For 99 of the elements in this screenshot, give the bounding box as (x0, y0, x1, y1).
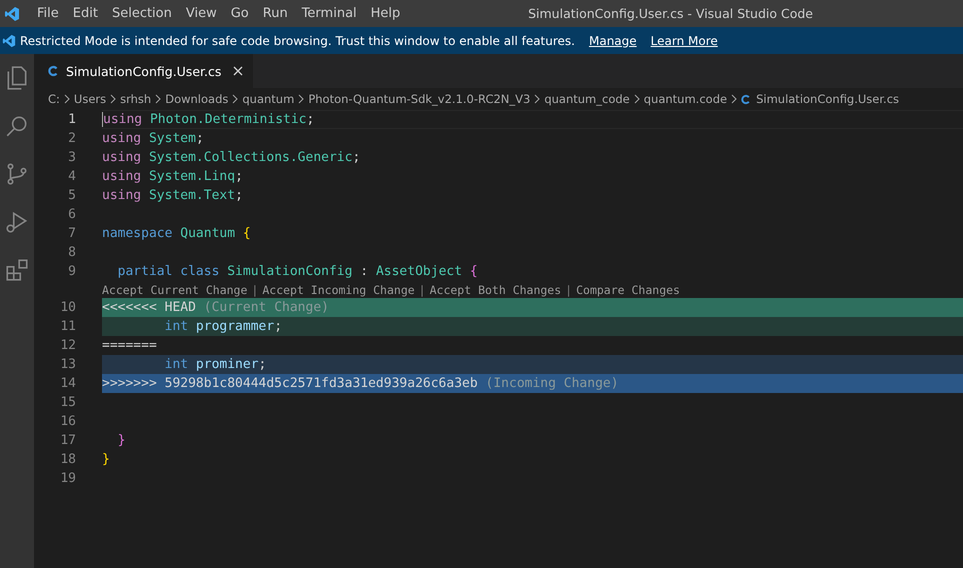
code-token: ; (235, 169, 243, 184)
breadcrumb-item[interactable]: Downloads (165, 92, 228, 106)
breadcrumb-item[interactable]: Photon-Quantum-Sdk_v2.1.0-RC2N_V3 (308, 92, 530, 106)
breadcrumb-item[interactable]: Users (74, 92, 106, 106)
line-number: 10 (59, 299, 76, 317)
code-token: } (116, 433, 126, 448)
line-number: 4 (67, 168, 76, 186)
line-number: 1 (67, 111, 76, 129)
line-number: 2 (67, 130, 76, 148)
line-number: 6 (67, 206, 76, 224)
banner-link[interactable]: Manage (588, 34, 637, 48)
chevron-icon (155, 94, 162, 104)
line-number: 14 (59, 375, 76, 393)
line-number: 12 (59, 337, 76, 355)
text-cursor (102, 112, 103, 127)
code-token: System (148, 131, 196, 146)
code-token: using (102, 131, 142, 146)
code-token: ; (352, 150, 360, 165)
window-title: SimulationConfig.User.cs - Visual Studio Code (528, 6, 813, 21)
breadcrumb-item[interactable]: quantum_code (544, 92, 630, 106)
code-token: int (164, 319, 188, 334)
editor-tab[interactable]: SimulationConfig.User.cs (34, 54, 254, 88)
code-token: >>>>>>> 59298b1c80444d5c2571fd3a31ed939a26c6a3eb (102, 376, 478, 391)
menu-item[interactable]: Selection (104, 6, 179, 21)
line-number: 13 (59, 356, 76, 374)
line-number: 18 (59, 451, 76, 469)
code-token: partial class (116, 264, 220, 279)
banner-link[interactable]: Learn More (650, 34, 718, 48)
close-icon[interactable] (233, 66, 244, 76)
line-number: 9 (67, 263, 76, 281)
code-token: ; (258, 357, 266, 372)
code-token: (Current Change) (202, 300, 329, 315)
code-token: { (242, 226, 251, 241)
menu-item[interactable]: View (178, 6, 224, 21)
code-token: namespace (102, 226, 172, 241)
code-token: SimulationConfig (226, 264, 352, 279)
code-token: ; (306, 112, 314, 127)
csharp-file-icon (741, 94, 752, 104)
codelens-action[interactable]: Accept Incoming Change (262, 282, 415, 296)
codelens-action[interactable]: Accept Both Changes (430, 282, 562, 296)
chevron-icon (298, 94, 304, 104)
code-token: Quantum (179, 226, 236, 241)
breadcrumb-item[interactable]: srhsh (120, 92, 152, 106)
code-token: } (102, 452, 110, 467)
chevron-icon (64, 94, 70, 104)
code-token: ; (274, 319, 282, 334)
app-logo-icon (4, 6, 20, 22)
codelens-action[interactable]: Compare Changes (576, 282, 680, 296)
code-token: using (103, 112, 142, 127)
codelens-action[interactable]: Accept Current Change (102, 282, 248, 296)
code-token: prominer (194, 357, 259, 372)
tab-label: SimulationConfig.User.cs (66, 64, 222, 78)
code-token: ; (235, 188, 243, 203)
line-number: 11 (59, 318, 76, 336)
line-number: 19 (59, 470, 76, 488)
separator: | (565, 282, 572, 296)
menu-item[interactable]: Terminal (294, 6, 364, 21)
breadcrumb-item[interactable]: SimulationConfig.User.cs (756, 92, 900, 106)
code-token: ; (196, 131, 204, 146)
separator: | (251, 282, 258, 296)
code-token: using (102, 169, 142, 184)
menu-item[interactable]: Help (364, 6, 408, 21)
menu-item[interactable]: Run (256, 6, 295, 21)
line-number: 15 (59, 394, 76, 412)
separator: | (418, 282, 426, 296)
code-token: (Incoming Change) (484, 376, 619, 391)
breadcrumb-item[interactable]: quantum.code (644, 92, 728, 106)
app-logo-icon (2, 34, 16, 48)
code-token: int (164, 357, 188, 372)
banner-message: Restricted Mode is intended for safe code browsing. Trust this window to enable all features. (20, 34, 575, 48)
code-token: Photon.Deterministic (148, 112, 307, 127)
code-token: programmer (194, 319, 274, 334)
code-token: using (102, 150, 142, 165)
code-token: using (102, 188, 142, 203)
code-token: System.Text (148, 188, 236, 203)
line-number: 7 (67, 225, 76, 243)
line-number: 17 (59, 432, 76, 450)
breadcrumb-item[interactable]: C: (48, 92, 60, 106)
line-number: 16 (59, 413, 76, 431)
code-token: <<<<<<< HEAD (102, 300, 196, 315)
code-token: AssetObject (374, 264, 462, 279)
line-number: 8 (67, 244, 76, 262)
code-token: { (468, 264, 478, 279)
chevron-icon (110, 94, 116, 104)
chevron-icon (534, 94, 540, 104)
menu-item[interactable]: Go (224, 6, 256, 21)
code-token: ======= (102, 338, 157, 353)
breadcrumb-item[interactable]: quantum (242, 92, 294, 106)
code-token: : (359, 264, 368, 279)
menu-item[interactable]: Edit (66, 6, 105, 21)
chevron-icon (634, 94, 640, 104)
menu-item[interactable]: File (30, 6, 66, 21)
line-number: 5 (67, 187, 76, 205)
line-number: 3 (67, 149, 76, 167)
code-token: System.Collections.Generic (148, 150, 352, 165)
chevron-icon (232, 94, 238, 104)
code-token: System.Linq (148, 169, 236, 184)
csharp-file-icon (48, 65, 60, 77)
chevron-icon (731, 94, 738, 104)
